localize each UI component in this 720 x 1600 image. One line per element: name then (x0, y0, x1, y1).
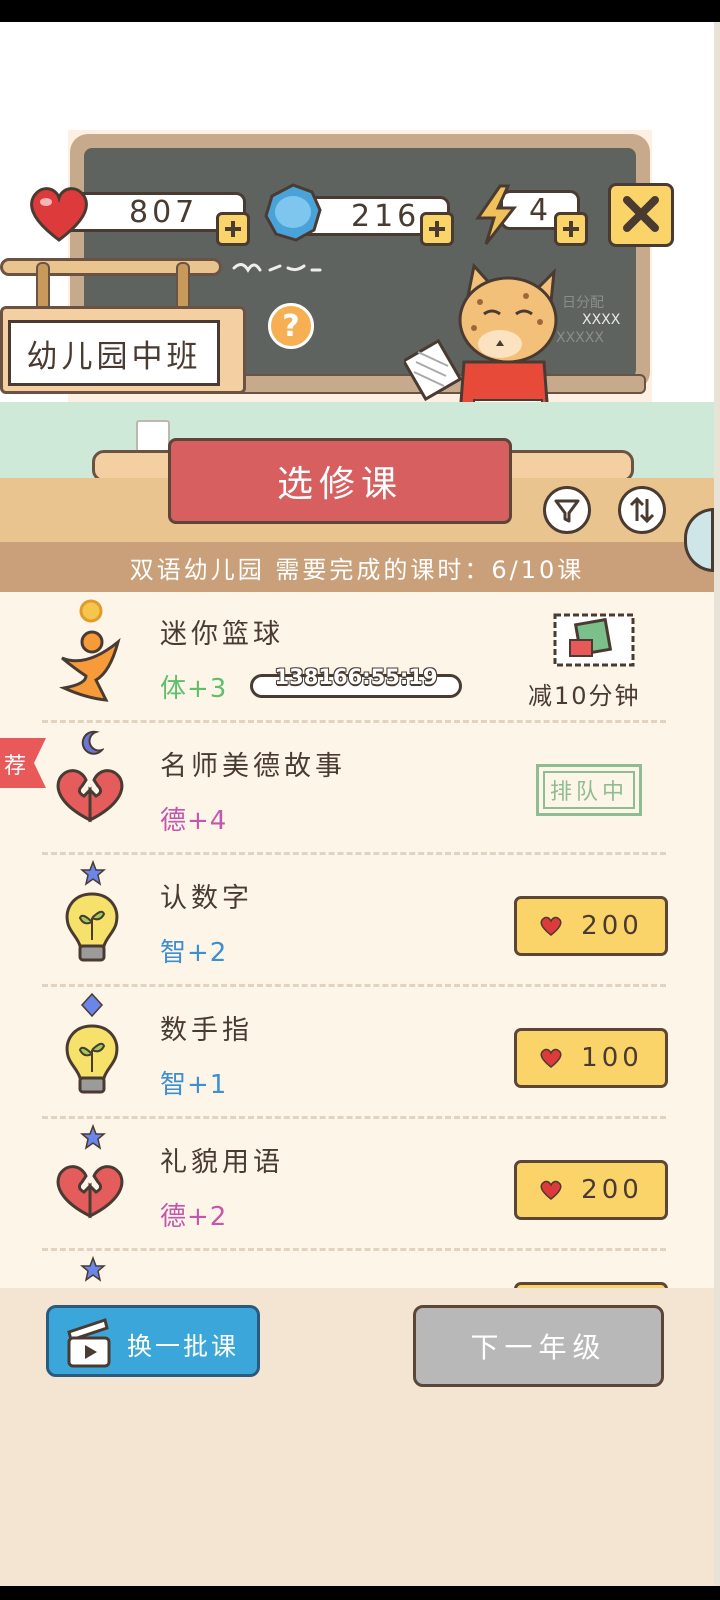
next-grade-button[interactable]: 下一年级 (413, 1305, 664, 1387)
list-item[interactable]: 数手指 智+1 100 (0, 988, 714, 1120)
elective-title-banner: 选修课 (168, 438, 512, 524)
course-price: 200 (581, 911, 643, 941)
diamond-badge-icon (80, 992, 104, 1018)
refresh-courses-button[interactable]: 换一批课 (46, 1305, 260, 1377)
buy-course-button[interactable]: 100 (514, 1028, 668, 1088)
course-attribute: 智+1 (160, 1070, 228, 1100)
board-text-1: 日分配 (562, 295, 604, 311)
moon-badge-icon (81, 730, 104, 755)
course-name: 礼貌用语 (160, 1147, 284, 1178)
add-energy-button[interactable] (554, 212, 588, 246)
course-attribute: 德+2 (160, 1202, 228, 1232)
close-button[interactable] (608, 183, 674, 247)
video-ad-icon (67, 1318, 111, 1368)
runner-icon (59, 630, 121, 702)
lightbulb-icon (65, 892, 119, 962)
sort-button[interactable] (618, 486, 666, 534)
course-list[interactable]: 迷你篮球 体+3 138166:55:19 减10分钟 名师美德故事 德+4 排… (0, 592, 714, 1312)
course-price: 100 (581, 1043, 643, 1073)
course-price: 200 (581, 1175, 643, 1205)
star-badge-icon (80, 860, 106, 886)
refresh-courses-label: 换一批课 (127, 1332, 240, 1361)
lightning-icon (475, 184, 518, 245)
recommend-badge-text: 荐 (4, 754, 27, 779)
course-attribute: 体+3 (160, 674, 228, 704)
help-button[interactable]: ? (268, 303, 314, 349)
class-name-label: 幼儿园中班 (8, 320, 220, 386)
lightbulb-icon (65, 1024, 119, 1094)
chalk-scribble (232, 263, 322, 273)
list-item[interactable]: 名师美德故事 德+4 排队中 (0, 724, 714, 856)
status-bar (0, 0, 720, 22)
buy-course-button[interactable]: 200 (514, 896, 668, 956)
course-timer-bar: 138166:55:19 (250, 665, 462, 698)
list-item[interactable]: 礼貌用语 德+2 200 (0, 1120, 714, 1252)
video-ticket-icon[interactable] (552, 612, 636, 668)
board-text-2: XXXX (582, 312, 621, 328)
row-divider (42, 720, 666, 723)
screen-edge (714, 22, 720, 1586)
gems-value: 216 (351, 198, 421, 234)
add-gems-button[interactable] (420, 212, 454, 246)
hearts-value: 807 (129, 194, 199, 230)
course-timer: 138166:55:19 (274, 665, 438, 689)
add-hearts-button[interactable] (216, 212, 250, 246)
list-item[interactable]: 认数字 智+2 200 (0, 856, 714, 988)
energy-value: 4 (529, 192, 553, 228)
queue-status: 排队中 (536, 764, 642, 816)
reduce-time-button[interactable]: 减10分钟 (528, 676, 641, 711)
heart-icon (540, 916, 562, 936)
navigation-bar (0, 1586, 720, 1600)
row-divider (42, 984, 666, 987)
heart-hands-icon (56, 769, 124, 823)
close-icon (623, 196, 659, 232)
progress-text: 双语幼儿园 需要完成的课时：6/10课 (129, 555, 585, 584)
progress-stripe: 双语幼儿园 需要完成的课时：6/10课 (0, 542, 714, 592)
course-attribute: 智+2 (160, 938, 228, 968)
star-badge-icon (80, 1124, 106, 1150)
row-divider (42, 852, 666, 855)
course-name: 认数字 (160, 883, 253, 914)
star-badge-icon (80, 1256, 106, 1282)
filter-button[interactable] (543, 486, 591, 534)
heart-icon (540, 1180, 562, 1200)
course-name: 名师美德故事 (160, 751, 346, 782)
gem-icon (264, 183, 322, 242)
sun-badge-icon (79, 599, 103, 623)
sort-icon (629, 496, 655, 524)
row-divider (42, 1116, 666, 1119)
heart-icon (30, 187, 88, 242)
buy-course-button[interactable]: 200 (514, 1160, 668, 1220)
course-name: 迷你篮球 (160, 619, 284, 650)
course-attribute: 德+4 (160, 806, 228, 836)
filter-icon (554, 499, 580, 523)
list-item[interactable]: 迷你篮球 体+3 138166:55:19 减10分钟 (0, 592, 714, 724)
heart-icon (540, 1048, 562, 1068)
row-divider (42, 1248, 666, 1251)
heart-hands-icon (56, 1165, 124, 1219)
course-name: 数手指 (160, 1015, 253, 1046)
